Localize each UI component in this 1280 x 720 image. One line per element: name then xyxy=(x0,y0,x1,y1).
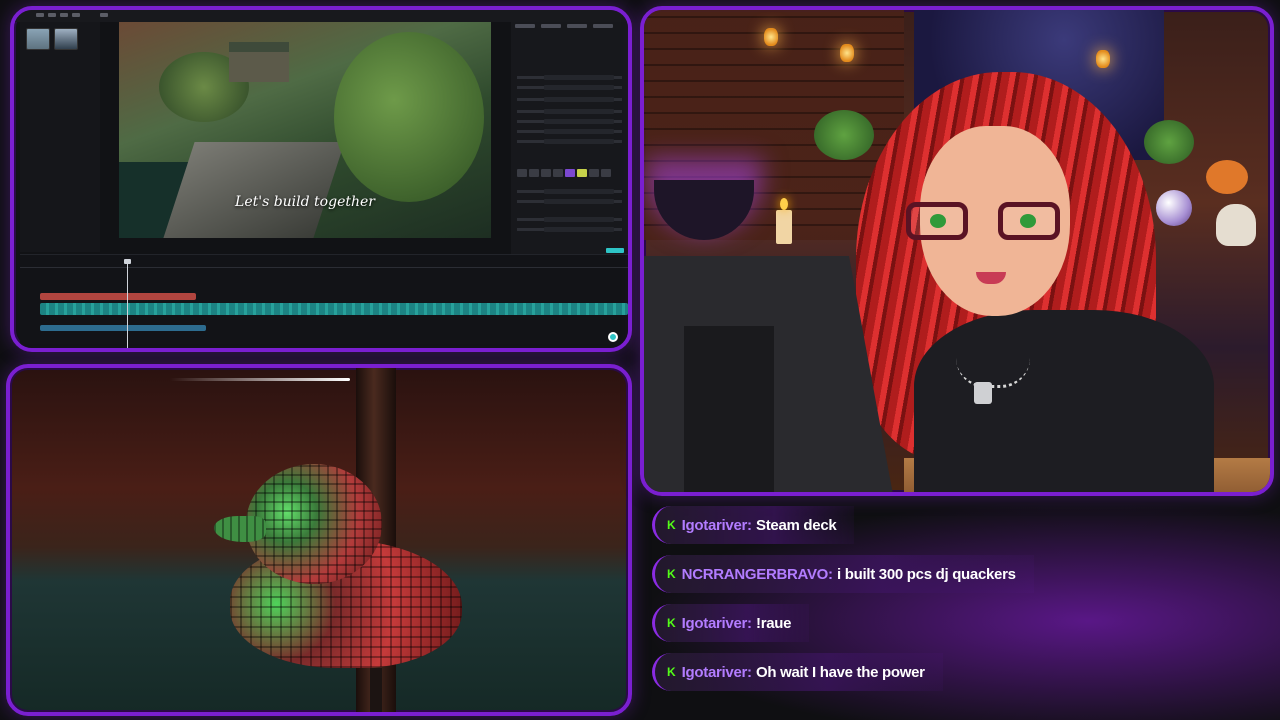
video-preview[interactable]: Let's build together xyxy=(119,22,491,238)
disco-duck-camera-panel xyxy=(6,364,632,716)
crystal-ball-icon xyxy=(1156,190,1192,226)
props-tab[interactable] xyxy=(567,24,587,28)
avatar-pendant xyxy=(974,382,992,404)
property-row[interactable] xyxy=(517,189,622,194)
property-row[interactable] xyxy=(517,85,622,90)
timeline-clip[interactable] xyxy=(40,293,196,300)
pumpkin-icon xyxy=(1206,160,1248,194)
timeline-playhead[interactable] xyxy=(124,259,131,348)
properties-panel xyxy=(511,22,628,254)
chat-username[interactable]: Igotariver xyxy=(682,615,748,632)
timeline[interactable] xyxy=(20,254,628,348)
avatar-hoodie xyxy=(914,310,1214,492)
candle-icon xyxy=(776,198,792,244)
skull-icon xyxy=(1216,204,1256,246)
mirror-duck-beak xyxy=(214,516,266,542)
media-thumbnail[interactable] xyxy=(54,28,78,50)
timeline-clip[interactable] xyxy=(40,303,628,315)
chat-message: K Igotariver : Steam deck xyxy=(652,506,855,544)
property-row[interactable] xyxy=(517,199,622,204)
props-tab[interactable] xyxy=(593,24,613,28)
lantern-icon xyxy=(1096,50,1110,68)
property-row[interactable] xyxy=(517,217,622,222)
kick-icon: K xyxy=(667,665,676,679)
property-row[interactable] xyxy=(517,109,622,114)
light-strip xyxy=(170,378,350,381)
props-tab[interactable] xyxy=(515,24,535,28)
text-style-presets[interactable] xyxy=(517,164,617,177)
lantern-icon xyxy=(840,44,854,62)
kick-icon: K xyxy=(667,567,676,581)
chat-username[interactable]: Igotariver xyxy=(682,517,748,534)
lantern-icon xyxy=(764,28,778,46)
menu-icon[interactable] xyxy=(36,13,44,17)
chat-text: Steam deck xyxy=(756,516,837,534)
preview-subtitle: Let's build together xyxy=(235,194,375,210)
editor-menu-bar xyxy=(14,10,628,22)
property-row[interactable] xyxy=(517,97,622,102)
mirror-duck-head xyxy=(246,464,382,584)
streamer-avatar-panel xyxy=(640,6,1274,496)
timeline-ruler xyxy=(20,267,628,268)
avatar-glasses xyxy=(906,202,1066,242)
chat-text: i built 300 pcs dj quackers xyxy=(837,565,1016,583)
media-library xyxy=(20,22,100,252)
chat-text: !raue xyxy=(756,614,792,632)
props-tab[interactable] xyxy=(541,24,561,28)
chat-text: Oh wait I have the power xyxy=(756,663,925,681)
kick-icon: K xyxy=(667,518,676,532)
menu-icon[interactable] xyxy=(48,13,56,17)
chat-username[interactable]: NCRRANGERBRAVO xyxy=(682,566,829,583)
property-row[interactable] xyxy=(517,129,622,134)
timeline-clip[interactable] xyxy=(40,325,206,331)
menu-icon[interactable] xyxy=(100,13,108,17)
status-indicator-icon xyxy=(608,332,618,342)
video-editor-panel: Let's build together xyxy=(10,6,632,352)
media-thumbnail[interactable] xyxy=(26,28,50,50)
export-button[interactable] xyxy=(606,248,624,253)
chat-message: K NCRRANGERBRAVO : i built 300 pcs dj qu… xyxy=(652,555,1034,593)
chat-overlay: K Igotariver : Steam deck K NCRRANGERBRA… xyxy=(640,500,1280,720)
chat-username[interactable]: Igotariver xyxy=(682,664,748,681)
kick-icon: K xyxy=(667,616,676,630)
menu-icon[interactable] xyxy=(72,13,80,17)
property-row[interactable] xyxy=(517,139,622,144)
chat-message: K Igotariver : !raue xyxy=(652,604,810,642)
property-row[interactable] xyxy=(517,119,622,124)
menu-icon[interactable] xyxy=(60,13,68,17)
chat-message: K Igotariver : Oh wait I have the power xyxy=(652,653,943,691)
property-row[interactable] xyxy=(517,227,622,232)
property-row[interactable] xyxy=(517,75,622,80)
